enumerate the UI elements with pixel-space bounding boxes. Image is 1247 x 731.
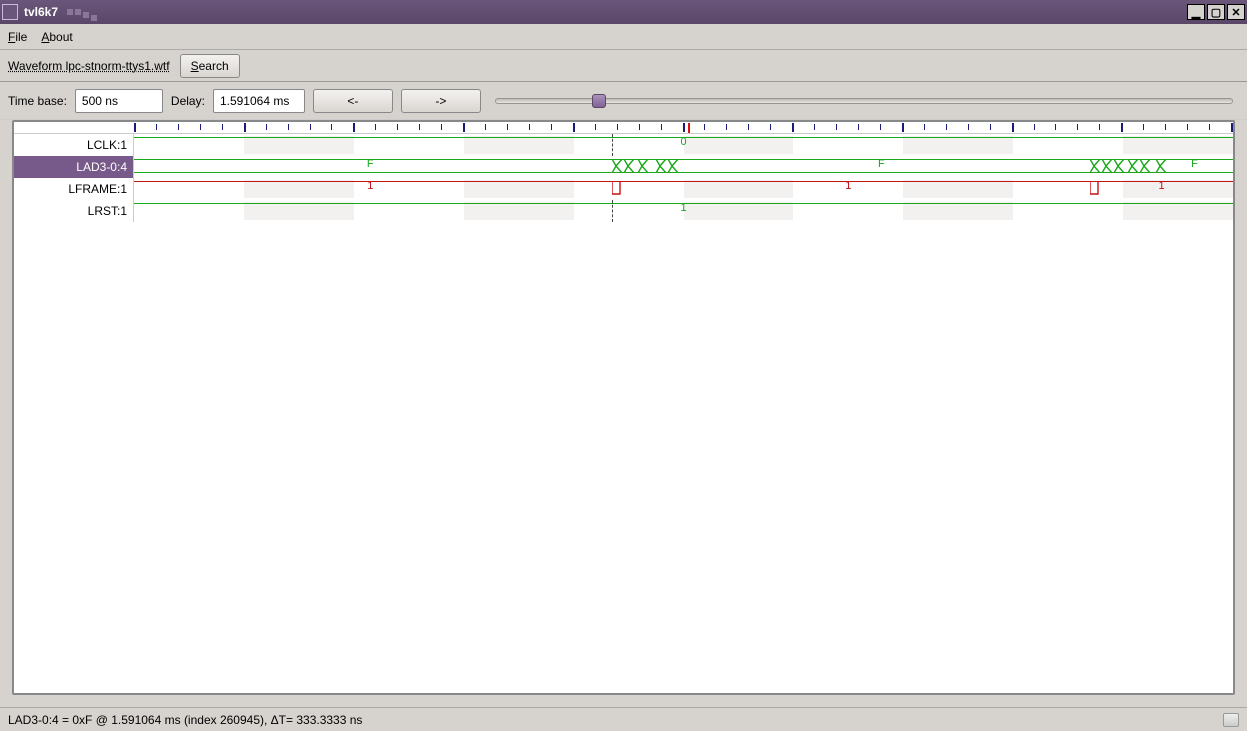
search-button[interactable]: Search [180,54,240,78]
titlebar-deco [66,8,98,16]
menu-about[interactable]: About [41,30,72,44]
delay-label: Delay: [171,94,205,108]
window-title: tvl6k7 [24,5,58,19]
signal-track: 0 [134,134,1233,156]
close-button[interactable]: ✕ [1227,4,1245,20]
search-label-rest: earch [199,59,229,73]
waveform-file-link[interactable]: Waveform lpc-stnorm-ttys1.wtf [8,59,170,73]
pulse-low-icon [612,181,622,195]
toolbar-file: Waveform lpc-stnorm-ttys1.wtf Search [0,50,1247,82]
time-ruler [14,122,1233,134]
pulse-low-icon [1090,181,1100,195]
menubar: File About [0,24,1247,50]
signal-label: LRST:1 [14,200,134,222]
signal-value: F [1191,158,1198,170]
signal-value: 1 [680,202,686,214]
signal-value: F [367,158,374,170]
waveform-pane: LCLK:1 0 LAD3-0:4 F [0,120,1247,707]
timebase-label: Time base: [8,94,67,108]
time-slider-track[interactable] [495,98,1233,104]
signal-row-lrst[interactable]: LRST:1 1 [14,200,1233,222]
maximize-button[interactable]: ▢ [1207,4,1225,20]
bus-transition-icon [612,159,682,173]
menu-file[interactable]: File [8,30,27,44]
signal-label: LAD3-0:4 [14,156,134,178]
nav-next-button[interactable]: -> [401,89,481,113]
signal-row-lframe[interactable]: LFRAME:1 1 1 1 [14,178,1233,200]
waveform-file-label-rest: aveform lpc-stnorm-ttys1.wtf [19,59,170,73]
signal-track: 1 [134,200,1233,222]
signal-value: 1 [367,180,373,192]
titlebar: tvl6k7 ▁ ▢ ✕ [0,0,1247,24]
signal-label: LFRAME:1 [14,178,134,200]
signal-value: 1 [1159,180,1165,192]
signal-row-lclk[interactable]: LCLK:1 0 [14,134,1233,156]
signal-track: F F F [134,156,1233,178]
signal-track: 1 1 1 [134,178,1233,200]
app-icon [2,4,18,20]
nav-prev-button[interactable]: <- [313,89,393,113]
signal-value: 0 [680,136,686,148]
statusbar: LAD3-0:4 = 0xF @ 1.591064 ms (index 2609… [0,707,1247,731]
delay-input[interactable] [213,89,305,113]
resize-grip-icon[interactable] [1223,713,1239,727]
signal-value: F [878,158,885,170]
bus-transition-icon [1090,159,1170,173]
waveform-canvas[interactable]: LCLK:1 0 LAD3-0:4 F [12,120,1235,695]
time-slider-thumb[interactable] [592,94,606,108]
signal-label: LCLK:1 [14,134,134,156]
status-text: LAD3-0:4 = 0xF @ 1.591064 ms (index 2609… [8,713,1217,727]
timebase-input[interactable] [75,89,163,113]
toolbar-timebase: Time base: Delay: <- -> [0,82,1247,120]
minimize-button[interactable]: ▁ [1187,4,1205,20]
signal-row-lad[interactable]: LAD3-0:4 F F F [14,156,1233,178]
signal-value: 1 [845,180,851,192]
